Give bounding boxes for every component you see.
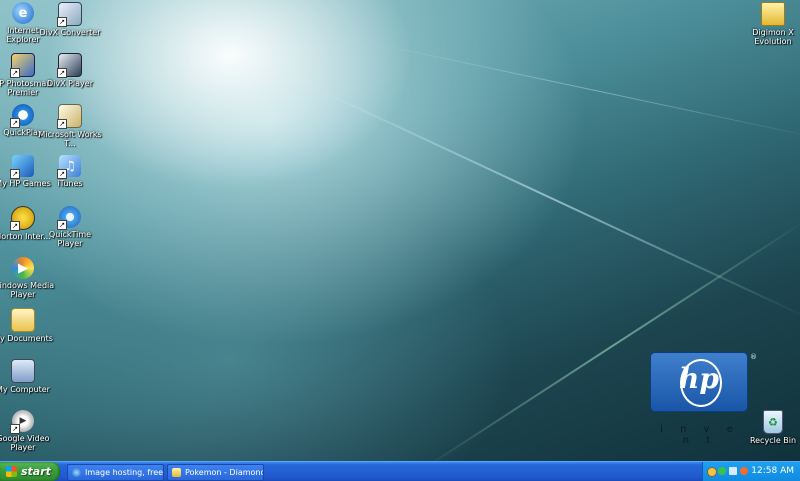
icon-label: My Computer (0, 385, 50, 394)
taskbar-button-label: Image hosting, free p... (85, 468, 164, 477)
hp-tagline: i n v e n t (660, 424, 740, 446)
shortcut-arrow-icon: ↗ (57, 119, 67, 129)
desktop-icon-quicktime[interactable]: ↗ QuickTime Player (38, 206, 102, 248)
shortcut-arrow-icon: ↗ (10, 68, 20, 78)
icon-label: My Documents (0, 334, 53, 343)
desktop: e Internet Explorer ↗ DivX Converter ↗ H… (0, 0, 800, 461)
hp-logo-text: hp (679, 362, 719, 395)
icon-label: Windows Media Player (0, 281, 55, 299)
my-computer-icon (11, 359, 35, 383)
tray-app-icon[interactable] (718, 467, 726, 475)
google-video-player-icon: ▶ ↗ (10, 410, 34, 434)
internet-explorer-icon: e (12, 2, 34, 24)
light-streak (299, 80, 800, 319)
icon-label: Recycle Bin (749, 436, 797, 445)
my-hp-games-icon: ↗ (10, 155, 34, 179)
icon-label: Microsoft Works T... (38, 130, 102, 148)
icon-label: QuickTime Player (48, 230, 92, 248)
tray-app-icon[interactable] (707, 467, 717, 477)
hp-logo: hp (651, 353, 747, 411)
microsoft-works-icon: ↗ (57, 104, 82, 129)
desktop-icon-recycle-bin[interactable]: ♻ Recycle Bin (741, 410, 800, 445)
desktop-icon-divx-converter[interactable]: ↗ DivX Converter (38, 2, 102, 37)
desktop-icon-microsoft-works[interactable]: ↗ Microsoft Works T... (38, 104, 102, 148)
start-label: start (21, 465, 51, 478)
divx-player-icon: ↗ (57, 53, 82, 78)
tray-app-icon[interactable] (729, 467, 737, 475)
shortcut-arrow-icon: ↗ (10, 221, 20, 231)
folder-icon (761, 2, 785, 26)
icon-label: Digimon X Evolution (752, 28, 794, 46)
shortcut-arrow-icon: ↗ (57, 220, 67, 230)
my-documents-icon (11, 308, 35, 332)
icon-label: DivX Converter (39, 28, 101, 37)
system-tray: 12:58 AM (702, 462, 800, 481)
registered-mark: ® (750, 353, 757, 361)
start-button[interactable]: start (0, 462, 60, 481)
norton-icon: ↗ (10, 206, 35, 231)
tray-app-icon[interactable] (740, 467, 748, 475)
desktop-icon-windows-media-player[interactable]: ▶ Windows Media Player (0, 257, 55, 299)
recycle-bin-icon: ♻ (763, 410, 783, 434)
desktop-icon-my-documents[interactable]: My Documents (0, 308, 55, 343)
taskbar: start Image hosting, free p... Pokemon -… (0, 461, 800, 481)
icon-label: Google Video Player (0, 434, 50, 452)
quicktime-icon: ↗ (57, 206, 81, 230)
desktop-icon-my-computer[interactable]: My Computer (0, 359, 55, 394)
divx-converter-icon: ↗ (57, 2, 82, 27)
shortcut-arrow-icon: ↗ (10, 424, 20, 434)
icon-label: DivX Player (46, 79, 94, 88)
windows-logo-icon (6, 466, 17, 477)
taskbar-button-browser[interactable]: Image hosting, free p... (67, 464, 164, 481)
internet-explorer-icon (72, 468, 81, 477)
shortcut-arrow-icon: ↗ (57, 68, 67, 78)
clock[interactable]: 12:58 AM (751, 462, 794, 481)
desktop-icon-google-video-player[interactable]: ▶ ↗ Google Video Player (0, 410, 55, 452)
itunes-icon: ♫ ↗ (57, 155, 81, 179)
light-streak (359, 40, 800, 141)
shortcut-arrow-icon: ↗ (57, 169, 67, 179)
taskbar-button-label: Pokemon - Diamond a... (185, 468, 264, 477)
hp-photosmart-icon: ↗ (10, 53, 35, 78)
shortcut-arrow-icon: ↗ (57, 17, 67, 27)
taskbar-button-folder[interactable]: Pokemon - Diamond a... (167, 464, 264, 481)
shortcut-arrow-icon: ↗ (10, 169, 20, 179)
desktop-icon-divx-player[interactable]: ↗ DivX Player (38, 53, 102, 88)
folder-icon (172, 468, 181, 477)
desktop-icon-digimon-folder[interactable]: Digimon X Evolution (741, 2, 800, 46)
desktop-icon-itunes[interactable]: ♫ ↗ iTunes (38, 155, 102, 188)
windows-media-player-icon: ▶ (12, 257, 34, 279)
quickplay-icon: ↗ (10, 104, 34, 128)
icon-label: iTunes (57, 179, 83, 188)
shortcut-arrow-icon: ↗ (10, 118, 20, 128)
